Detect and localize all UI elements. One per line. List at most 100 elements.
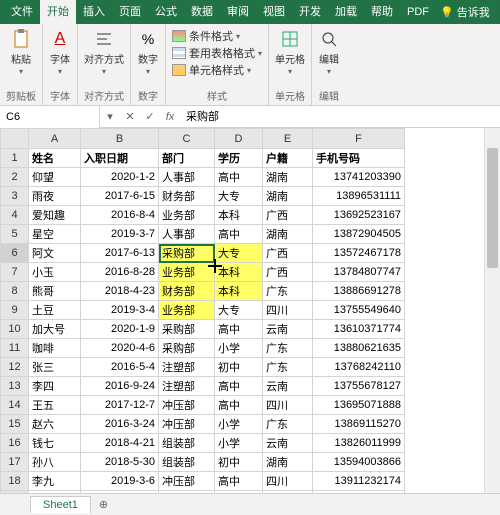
cell[interactable]: 云南 [263,434,313,453]
row-header[interactable]: 4 [1,206,29,225]
editing-button[interactable]: 编辑 ▾ [318,28,340,76]
cell[interactable]: 13594003866 [313,453,405,472]
cell[interactable]: 13869115270 [313,415,405,434]
cell[interactable]: 加大号 [29,320,81,339]
cell[interactable]: 2017-12-7 [81,396,159,415]
paste-button[interactable]: 粘贴 ▾ [10,28,32,76]
formula-bar[interactable]: 采购部 [180,106,500,128]
row-header[interactable]: 7 [1,263,29,282]
cell[interactable]: 湖南 [263,187,313,206]
cell[interactable]: 高中 [215,168,263,187]
cell[interactable]: 2018-4-23 [81,282,159,301]
menu-tab-帮助[interactable]: 帮助 [364,0,400,24]
cell[interactable]: 13880621635 [313,339,405,358]
cells-button[interactable]: 单元格 ▾ [275,28,305,76]
cell[interactable]: 13755678127 [313,377,405,396]
col-header-E[interactable]: E [263,129,313,149]
cell[interactable]: 2017-6-15 [81,187,159,206]
cell[interactable]: 13692523167 [313,206,405,225]
cell[interactable]: 小玉 [29,263,81,282]
menu-tab-插入[interactable]: 插入 [76,0,112,24]
cell[interactable]: 13755549640 [313,301,405,320]
row-header[interactable]: 9 [1,301,29,320]
cell[interactable]: 李九 [29,472,81,491]
cell[interactable]: 爱知趣 [29,206,81,225]
col-header-B[interactable]: B [81,129,159,149]
menu-tab-开始[interactable]: 开始 [40,0,76,24]
header-cell[interactable]: 入职日期 [81,149,159,168]
row-header[interactable]: 1 [1,149,29,168]
cell[interactable]: 小学 [215,415,263,434]
cell[interactable]: 云南 [263,320,313,339]
cell[interactable]: 云南 [263,377,313,396]
confirm-icon[interactable]: ✓ [140,110,160,123]
header-cell[interactable]: 户籍 [263,149,313,168]
cell[interactable]: 仰望 [29,168,81,187]
cell[interactable]: 2019-3-4 [81,301,159,320]
cell[interactable]: 小学 [215,339,263,358]
cell[interactable]: 组装部 [159,453,215,472]
number-button[interactable]: % 数字 ▾ [137,28,159,76]
cell[interactable]: 2018-4-21 [81,434,159,453]
row-header[interactable]: 8 [1,282,29,301]
cell[interactable]: 四川 [263,472,313,491]
col-header-F[interactable]: F [313,129,405,149]
cell[interactable]: 采购部 [159,320,215,339]
cell[interactable]: 李四 [29,377,81,396]
header-cell[interactable]: 手机号码 [313,149,405,168]
cell[interactable]: 冲压部 [159,396,215,415]
table-format-button[interactable]: 套用表格格式 ▾ [172,45,262,61]
name-box[interactable]: C6 [0,106,100,128]
scrollbar-thumb[interactable] [487,148,498,268]
cell[interactable]: 2020-1-2 [81,168,159,187]
vertical-scrollbar[interactable] [484,128,500,493]
cell[interactable]: 广东 [263,358,313,377]
menu-tab-PDF[interactable]: PDF [400,0,436,24]
cell[interactable]: 广东 [263,415,313,434]
col-header-D[interactable]: D [215,129,263,149]
cell[interactable]: 湖南 [263,225,313,244]
row-header[interactable]: 5 [1,225,29,244]
cell[interactable]: 熊哥 [29,282,81,301]
cell[interactable]: 雨夜 [29,187,81,206]
menu-tab-审阅[interactable]: 审阅 [220,0,256,24]
menu-tab-开发[interactable]: 开发 [292,0,328,24]
cell[interactable]: 2016-8-28 [81,263,159,282]
row-header[interactable]: 14 [1,396,29,415]
cell[interactable]: 人事部 [159,168,215,187]
cell[interactable]: 广西 [263,206,313,225]
cell[interactable]: 财务部 [159,282,215,301]
cell[interactable]: 高中 [215,225,263,244]
menu-tab-文件[interactable]: 文件 [4,0,40,24]
cell[interactable]: 13826011999 [313,434,405,453]
cell[interactable]: 广西 [263,244,313,263]
cell[interactable]: 大专 [215,244,263,263]
cell[interactable]: 2020-4-6 [81,339,159,358]
row-header[interactable]: 6 [1,244,29,263]
cell[interactable]: 广东 [263,282,313,301]
cell[interactable]: 13695071888 [313,396,405,415]
cell[interactable]: 湖南 [263,168,313,187]
align-button[interactable]: 对齐方式 ▾ [84,28,124,76]
header-cell[interactable]: 部门 [159,149,215,168]
conditional-format-button[interactable]: 条件格式 ▾ [172,28,240,44]
row-header[interactable]: 13 [1,377,29,396]
cell[interactable]: 注塑部 [159,358,215,377]
cell[interactable]: 小学 [215,434,263,453]
cell[interactable]: 2019-3-6 [81,472,159,491]
add-sheet-button[interactable]: ⊕ [91,496,116,513]
cancel-icon[interactable]: ✕ [120,110,140,123]
menu-tab-数据[interactable]: 数据 [184,0,220,24]
cell[interactable]: 业务部 [159,263,215,282]
cell[interactable]: 业务部 [159,206,215,225]
cell[interactable]: 高中 [215,377,263,396]
cell[interactable]: 13872904505 [313,225,405,244]
row-header[interactable]: 17 [1,453,29,472]
cell[interactable]: 赵六 [29,415,81,434]
cell[interactable]: 采购部 [159,244,215,263]
cell[interactable]: 13784807747 [313,263,405,282]
cell[interactable]: 13572467178 [313,244,405,263]
cell-style-button[interactable]: 单元格样式 ▾ [172,62,251,78]
cell[interactable]: 13610371774 [313,320,405,339]
cell[interactable]: 大专 [215,301,263,320]
